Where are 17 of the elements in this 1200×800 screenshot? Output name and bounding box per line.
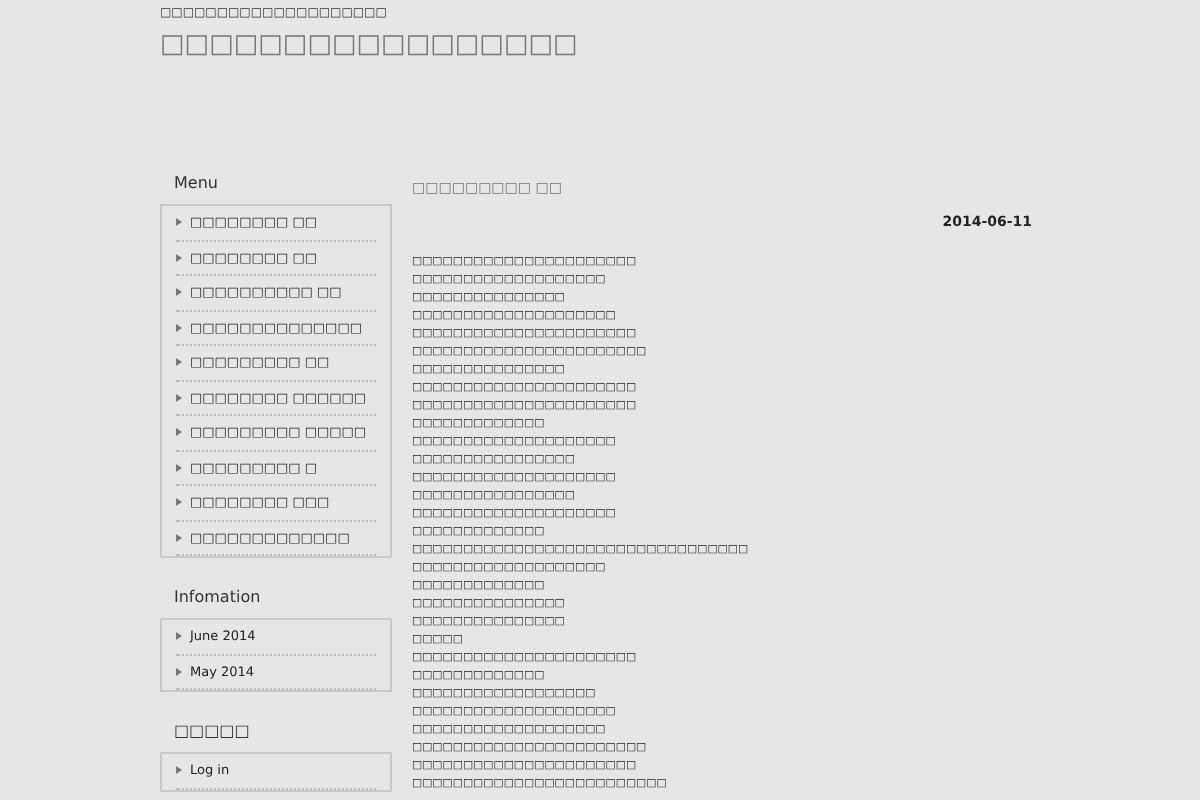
- triangle-icon: [176, 498, 182, 507]
- widget-heading: Menu: [174, 174, 220, 194]
- triangle-icon: [176, 218, 182, 227]
- triangle-icon: [176, 393, 182, 402]
- triangle-icon: [176, 533, 182, 542]
- widget-heading: □□□□□: [174, 722, 252, 742]
- triangle-icon: [176, 766, 182, 775]
- widget-heading: Infomation: [174, 588, 263, 608]
- triangle-icon: [176, 428, 182, 437]
- triangle-icon: [176, 253, 182, 262]
- triangle-icon: [176, 667, 182, 676]
- triangle-icon: [176, 288, 182, 297]
- site-title[interactable]: □□□□□□□□□□□□□□□□□: [160, 30, 1200, 62]
- triangle-icon: [176, 323, 182, 332]
- triangle-icon: [176, 463, 182, 472]
- triangle-icon: [176, 358, 182, 367]
- triangle-icon: [176, 632, 182, 641]
